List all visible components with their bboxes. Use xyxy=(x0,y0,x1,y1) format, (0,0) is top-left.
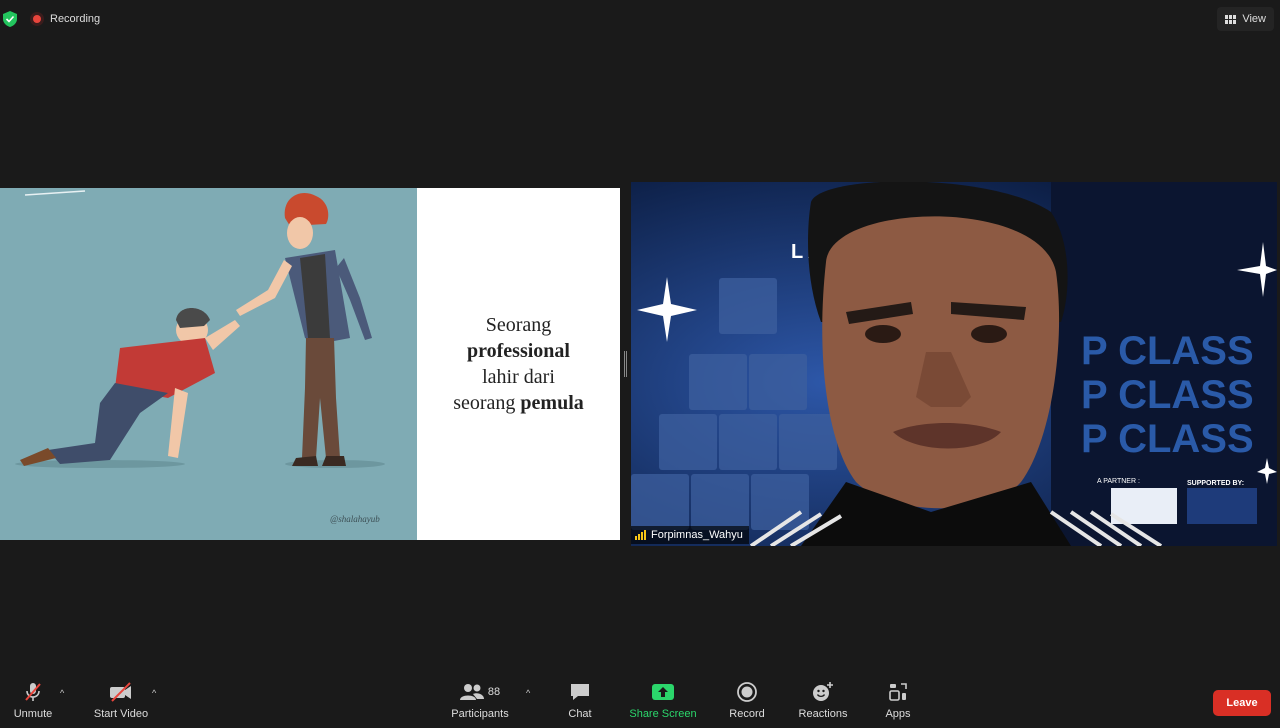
slide-line-4-bold: pemula xyxy=(520,392,584,414)
background-repeat-1: P CLASS xyxy=(1081,329,1254,373)
participants-count: 88 xyxy=(487,686,501,698)
chat-label: Chat xyxy=(568,708,592,720)
background-repeat-2: P CLASS xyxy=(1081,373,1254,417)
leave-button[interactable]: Leave xyxy=(1213,690,1271,716)
apps-button[interactable]: Apps xyxy=(878,680,918,726)
slide-illustration: @shalahayub xyxy=(0,188,417,540)
start-video-label: Start Video xyxy=(93,708,149,720)
share-screen-label: Share Screen xyxy=(629,708,697,720)
shield-check-icon[interactable] xyxy=(3,11,17,27)
shared-slide-tile[interactable]: @shalahayub Seorang professional lahir d… xyxy=(0,188,620,540)
signal-bars-icon xyxy=(635,530,646,540)
background-repeat-3: P CLASS xyxy=(1081,417,1254,461)
view-label: View xyxy=(1242,13,1266,25)
slide-quote: Seorang professional lahir dari seorang … xyxy=(417,188,620,540)
unmute-button[interactable]: Unmute xyxy=(6,680,60,726)
share-screen-icon xyxy=(651,680,675,704)
reactions-label: Reactions xyxy=(798,708,848,720)
tile-resize-handle[interactable] xyxy=(623,351,627,377)
chat-button[interactable]: Chat xyxy=(560,680,600,726)
recording-dot-icon xyxy=(30,12,44,26)
slide-line-3: lahir dari xyxy=(482,366,555,388)
meeting-toolbar: Unmute ^ Start Video ^ 88 Participants ^… xyxy=(0,674,1280,728)
participant-name: Forpimnas_Wahyu xyxy=(651,529,743,541)
share-screen-button[interactable]: Share Screen xyxy=(626,680,700,726)
video-options-chevron-icon[interactable]: ^ xyxy=(152,688,162,698)
slide-line-1: Seorang xyxy=(485,314,552,336)
participants-label: Participants xyxy=(451,708,509,720)
reactions-button[interactable]: Reactions xyxy=(794,680,852,726)
participants-icon: 88 xyxy=(459,680,501,704)
record-label: Record xyxy=(729,708,765,720)
recording-label: Recording xyxy=(50,13,101,25)
mic-muted-icon xyxy=(21,680,45,704)
unmute-label: Unmute xyxy=(13,708,53,720)
partner-label: A PARTNER : xyxy=(1097,478,1140,485)
start-video-button[interactable]: Start Video xyxy=(88,680,154,726)
supported-label: SUPPORTED BY: xyxy=(1187,480,1244,487)
top-bar: Recording View xyxy=(0,0,1280,38)
apps-icon xyxy=(887,680,909,704)
helping-hand-illustration: @shalahayub xyxy=(15,190,385,524)
audio-options-chevron-icon[interactable]: ^ xyxy=(60,688,70,698)
view-grid-icon xyxy=(1225,14,1237,24)
participant-name-tag: Forpimnas_Wahyu xyxy=(631,526,749,544)
illustration-watermark: @shalahayub xyxy=(330,514,380,524)
recording-indicator[interactable]: Recording xyxy=(30,9,100,29)
participant-video-tile[interactable]: L ASS P CLASS P CLASS P CLASS A PARTNER … xyxy=(631,182,1277,546)
meeting-window: Recording View @shalahayub Seorang profe… xyxy=(0,0,1280,728)
participants-options-chevron-icon[interactable]: ^ xyxy=(526,688,536,698)
record-button[interactable]: Record xyxy=(724,680,770,726)
apps-label: Apps xyxy=(885,708,911,720)
slide-line-4: seorang pemula xyxy=(453,390,584,416)
video-frame: L ASS P CLASS P CLASS P CLASS A PARTNER … xyxy=(631,182,1277,546)
chat-icon xyxy=(569,680,591,704)
video-off-icon xyxy=(108,680,134,704)
participants-button[interactable]: 88 Participants xyxy=(446,680,514,726)
slide-line-4-prefix: seorang xyxy=(453,392,521,414)
record-icon xyxy=(736,680,758,704)
reactions-icon xyxy=(811,680,835,704)
slide-line-2: professional xyxy=(467,340,570,362)
view-button[interactable]: View xyxy=(1217,7,1274,31)
